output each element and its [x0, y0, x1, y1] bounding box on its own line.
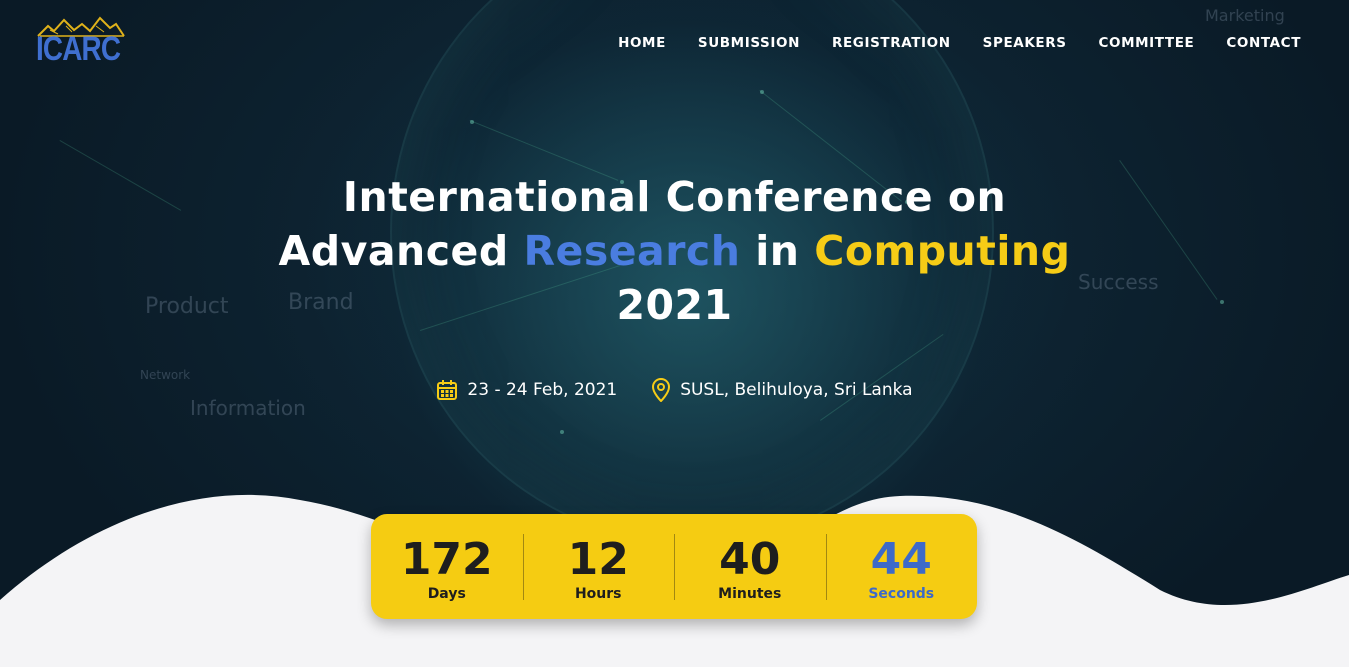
- countdown-minutes: 40 Minutes: [674, 514, 826, 619]
- hero-section: Product Brand Network Information Succes…: [0, 0, 1349, 667]
- countdown-minutes-label: Minutes: [718, 586, 782, 602]
- countdown-hours-value: 12: [567, 534, 629, 585]
- countdown-hours-label: Hours: [574, 586, 622, 602]
- countdown-days-value: 172: [400, 534, 493, 585]
- countdown-days-label: Days: [427, 586, 466, 602]
- countdown-hours: 12 Hours: [522, 514, 675, 619]
- countdown-minutes-value: 40: [719, 534, 781, 585]
- countdown-seconds-value: 44: [870, 534, 932, 585]
- countdown-seconds-label: Seconds: [868, 586, 935, 602]
- countdown-seconds: 44 Seconds: [825, 514, 978, 619]
- countdown-timer: 172 Days 12 Hours 40 Minutes 44 Seconds: [371, 514, 977, 619]
- countdown-days: 172 Days: [371, 514, 523, 619]
